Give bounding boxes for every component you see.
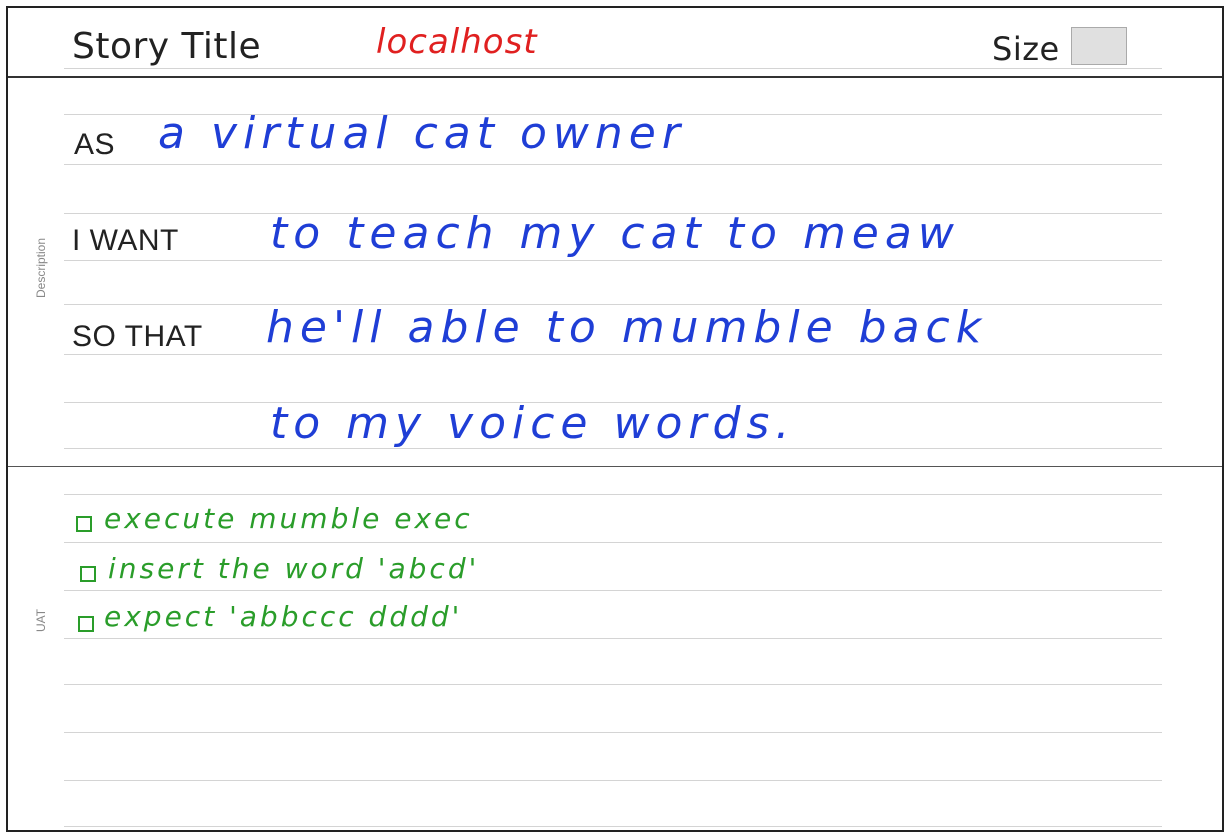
ruled-line (64, 542, 1162, 543)
ruled-line (64, 732, 1162, 733)
as-label: AS (74, 128, 116, 161)
ruled-line (64, 260, 1162, 261)
uat-item[interactable]: insert the word 'abcd' (108, 552, 479, 585)
story-title-label: Story Title (72, 26, 262, 67)
so-that-label: SO THAT (72, 320, 203, 353)
ruled-line (64, 494, 1162, 495)
as-text[interactable]: a virtual cat owner (158, 108, 686, 159)
uat-item[interactable]: expect 'abbccc dddd' (104, 600, 462, 633)
i-want-label: I WANT (72, 224, 179, 257)
i-want-text[interactable]: to teach my cat to meaw (270, 208, 960, 259)
ruled-line (64, 164, 1162, 165)
uat-section-label: UAT (34, 608, 48, 632)
uat-checkbox[interactable] (78, 616, 94, 632)
section-divider (8, 466, 1222, 467)
size-label: Size (992, 30, 1060, 68)
ruled-line (64, 780, 1162, 781)
header-divider (8, 76, 1222, 78)
size-input[interactable] (1071, 27, 1127, 65)
story-card: Story Title localhost Size Description A… (6, 6, 1224, 832)
continuation-text[interactable]: to my voice words. (270, 398, 795, 449)
so-that-text[interactable]: he'll able to mumble back (266, 302, 987, 353)
ruled-line (64, 354, 1162, 355)
description-section-label: Description (34, 237, 48, 298)
uat-checkbox[interactable] (80, 566, 96, 582)
uat-item[interactable]: execute mumble exec (104, 502, 473, 535)
story-title-value[interactable]: localhost (376, 22, 538, 62)
ruled-line (64, 826, 1162, 827)
header-rule (64, 68, 1162, 69)
uat-checkbox[interactable] (76, 516, 92, 532)
ruled-line (64, 638, 1162, 639)
ruled-line (64, 590, 1162, 591)
ruled-line (64, 684, 1162, 685)
